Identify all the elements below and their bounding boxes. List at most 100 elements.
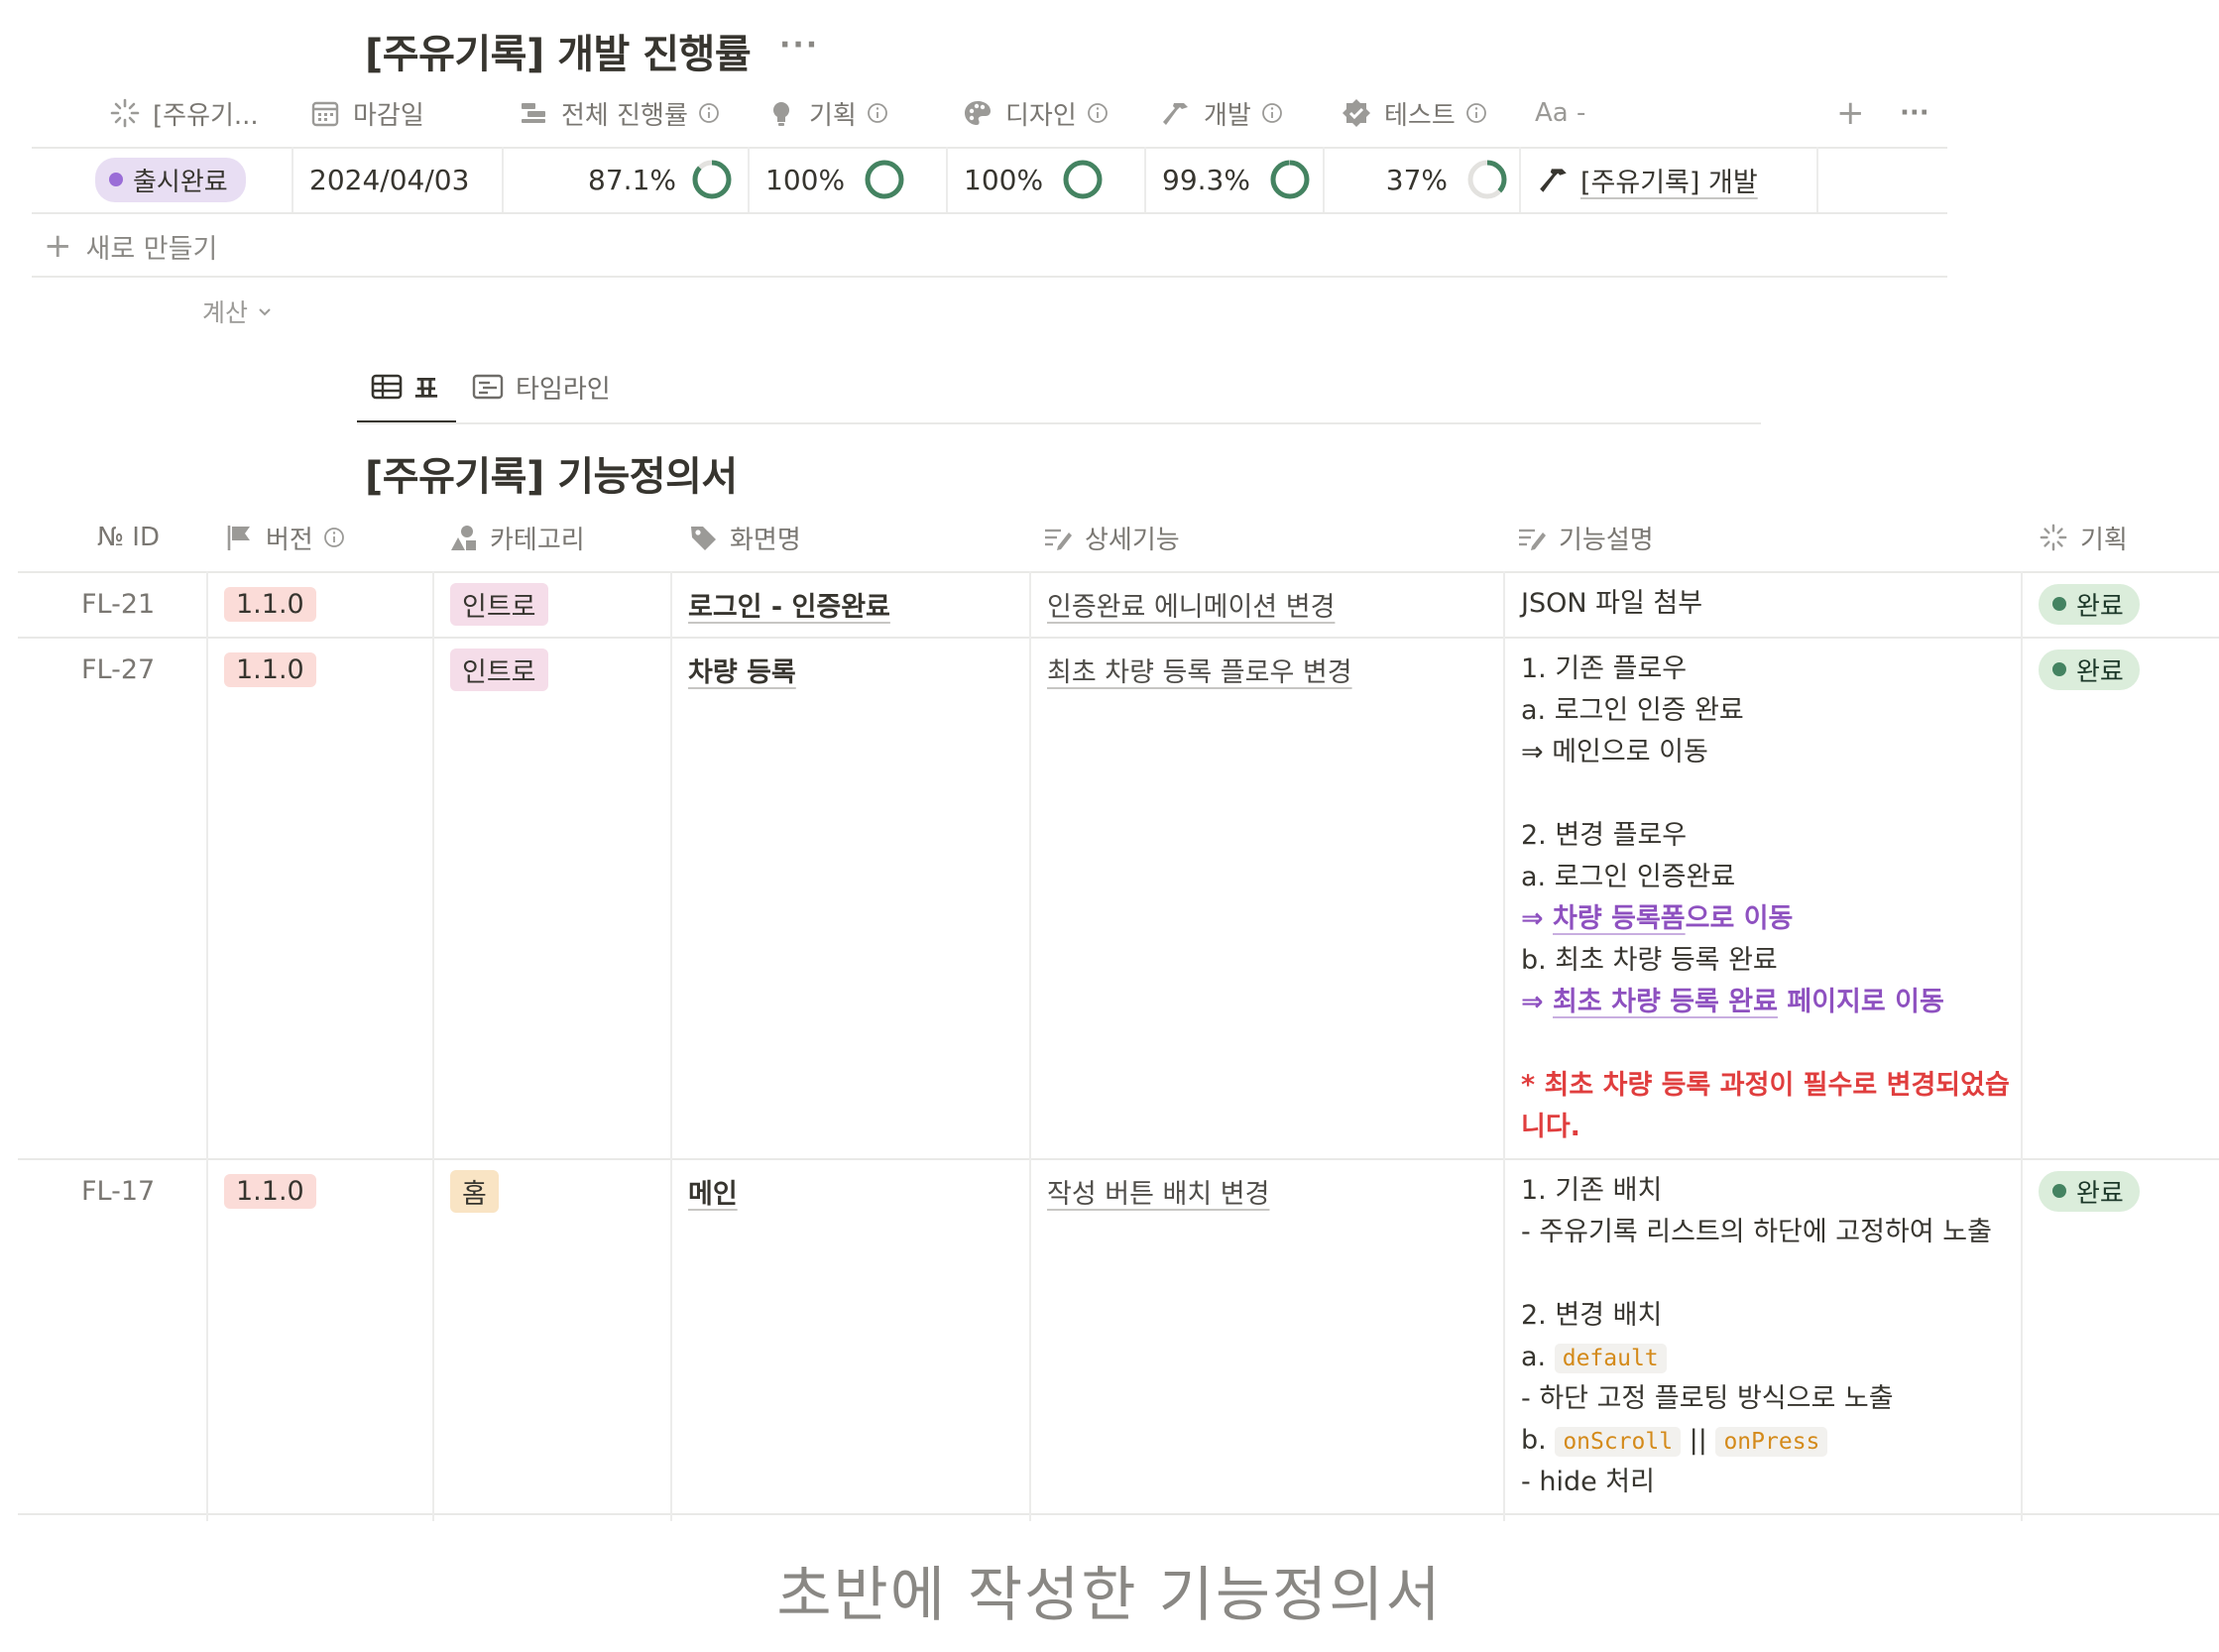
divider bbox=[292, 147, 293, 212]
screen-link[interactable]: 로그인 - 인증완료 bbox=[688, 585, 890, 624]
overall-cell[interactable]: 87.1% bbox=[516, 155, 734, 204]
relation-cell[interactable]: [주유기록] 개발 bbox=[1537, 159, 1758, 200]
text-edit-icon bbox=[1519, 529, 1546, 550]
info-icon bbox=[698, 103, 719, 123]
more-options-icon[interactable]: ··· bbox=[1900, 93, 1929, 133]
calculate-button[interactable]: 계산 bbox=[202, 294, 274, 329]
test-value: 37% bbox=[1385, 163, 1448, 196]
verified-badge-icon bbox=[1343, 99, 1370, 127]
shapes-icon bbox=[451, 526, 476, 550]
divider bbox=[1503, 571, 1505, 1521]
hammer-icon bbox=[1163, 103, 1188, 125]
divider bbox=[357, 422, 1761, 424]
header-test-label: 테스트 bbox=[1384, 100, 1456, 131]
divider bbox=[18, 637, 2219, 639]
screen-link[interactable]: 메인 bbox=[688, 1172, 738, 1211]
list-prefix: b. bbox=[1521, 1425, 1556, 1456]
database-more-icon[interactable]: ··· bbox=[779, 28, 819, 62]
column-header-category-label: 카테고리 bbox=[490, 525, 585, 555]
column-header-planning[interactable]: 기획 bbox=[2039, 518, 2128, 557]
image-caption: 초반에 작성한 기능정의서 bbox=[776, 1561, 1443, 1630]
category-tag[interactable]: 인트로 bbox=[450, 648, 548, 691]
version-tag[interactable]: 1.1.0 bbox=[224, 1173, 316, 1209]
relation-link[interactable]: [주유기록] 개발 bbox=[1580, 161, 1758, 199]
status-cell[interactable]: 출시완료 bbox=[95, 157, 246, 202]
lightbulb-icon bbox=[773, 102, 789, 126]
arrow-text: ⇒ bbox=[1521, 987, 1554, 1017]
column-header-version[interactable]: 버전 bbox=[224, 518, 345, 557]
text-edit-icon bbox=[1045, 529, 1072, 550]
divider bbox=[1144, 147, 1146, 212]
header-dev-label: 개발 bbox=[1204, 100, 1251, 131]
description-text: 1. 기존 배치 - 주유기록 리스트의 하단에 고정하여 노출 2. 변경 배… bbox=[1521, 1170, 1992, 1503]
planning-status-label: 완료 bbox=[2076, 1178, 2124, 1209]
header-overall-label: 전체 진행률 bbox=[561, 100, 688, 131]
add-new-label: 새로 만들기 bbox=[85, 233, 218, 265]
header-planning[interactable]: 기획 bbox=[765, 93, 888, 133]
add-new-row-button[interactable]: + 새로 만들기 bbox=[44, 226, 217, 266]
version-tag[interactable]: 1.1.0 bbox=[224, 586, 316, 622]
header-title[interactable]: [주유기... bbox=[109, 93, 259, 133]
column-header-category[interactable]: 카테고리 bbox=[448, 518, 585, 557]
screen-link[interactable]: 차량 등록 bbox=[688, 650, 796, 689]
row-id: FL-17 bbox=[81, 1175, 156, 1207]
header-deadline[interactable]: 마감일 bbox=[309, 93, 424, 133]
spec-title[interactable]: [주유기록] 기능정의서 bbox=[365, 444, 738, 502]
divider bbox=[18, 571, 2219, 573]
detail-link[interactable]: 최초 차량 등록 플로우 변경 bbox=[1047, 650, 1352, 689]
tab-table[interactable]: 표 bbox=[371, 367, 438, 407]
add-property-button[interactable]: + bbox=[1836, 93, 1865, 133]
design-progress-ring bbox=[1063, 160, 1103, 199]
deadline-cell[interactable]: 2024/04/03 bbox=[309, 159, 469, 200]
hammer-icon bbox=[1540, 169, 1567, 192]
planning-cell[interactable]: 100% bbox=[765, 155, 906, 204]
tab-timeline[interactable]: 타임라인 bbox=[472, 367, 611, 407]
divider bbox=[18, 1513, 2219, 1515]
list-prefix: a. bbox=[1521, 1342, 1555, 1372]
version-tag[interactable]: 1.1.0 bbox=[224, 651, 316, 687]
description-line: 2. 변경 플로우 bbox=[1521, 820, 1688, 851]
header-deadline-label: 마감일 bbox=[353, 100, 424, 131]
row-id: FL-21 bbox=[81, 588, 156, 620]
operator-text: || bbox=[1681, 1425, 1716, 1456]
purple-text: 페이지로 이동 bbox=[1777, 987, 1944, 1017]
column-header-screen[interactable]: 화면명 bbox=[688, 518, 801, 557]
calendar-icon bbox=[311, 101, 339, 127]
header-overall[interactable]: 전체 진행률 bbox=[518, 93, 720, 133]
status-dot bbox=[2052, 662, 2066, 676]
header-aa-property[interactable]: Aa - bbox=[1535, 93, 1585, 133]
detail-link[interactable]: 작성 버튼 배치 변경 bbox=[1047, 1172, 1269, 1211]
test-cell[interactable]: 37% bbox=[1335, 155, 1509, 204]
page-link[interactable]: 최초 차량 등록 완료 bbox=[1553, 987, 1778, 1017]
design-cell[interactable]: 100% bbox=[964, 155, 1105, 204]
detail-link[interactable]: 인증완료 에니메이션 변경 bbox=[1047, 585, 1335, 624]
category-tag[interactable]: 인트로 bbox=[450, 582, 548, 626]
planning-status-badge[interactable]: 완료 bbox=[2039, 583, 2140, 625]
column-header-detail[interactable]: 상세기능 bbox=[1043, 518, 1180, 557]
progress-ring-fill bbox=[1063, 160, 1103, 199]
purple-text: 으로 이동 bbox=[1685, 903, 1794, 934]
inline-code: onScroll bbox=[1555, 1427, 1682, 1457]
category-tag[interactable]: 홈 bbox=[450, 1169, 499, 1213]
page-link[interactable]: 차량 등록폼 bbox=[1553, 903, 1686, 934]
header-design[interactable]: 디자인 bbox=[962, 93, 1109, 133]
tab-table-label: 표 bbox=[414, 374, 438, 405]
header-test[interactable]: 테스트 bbox=[1341, 93, 1487, 133]
divider bbox=[32, 212, 1947, 214]
header-dev[interactable]: 개발 bbox=[1160, 93, 1283, 133]
dev-cell[interactable]: 99.3% bbox=[1162, 155, 1312, 204]
header-design-label: 디자인 bbox=[1005, 100, 1077, 131]
warning-text: * 최초 차량 등록 과정이 필수로 변경되었습 bbox=[1521, 1070, 2010, 1101]
design-value: 100% bbox=[964, 163, 1044, 196]
planning-status-label: 완료 bbox=[2076, 656, 2124, 687]
description-line: b. 최초 차량 등록 완료 bbox=[1521, 945, 1778, 976]
planning-status-badge[interactable]: 완료 bbox=[2039, 649, 2140, 690]
description-line: b. onScroll || onPress bbox=[1521, 1420, 1992, 1462]
database-title[interactable]: [주유기록] 개발 진행률 bbox=[365, 22, 752, 79]
column-header-id[interactable]: № ID bbox=[97, 518, 160, 557]
description-line: 1. 기존 배치 bbox=[1521, 1175, 1663, 1206]
test-progress-ring bbox=[1467, 160, 1507, 199]
planning-status-badge[interactable]: 완료 bbox=[2039, 1170, 2140, 1212]
progress-ring-fill bbox=[692, 160, 732, 199]
column-header-description[interactable]: 기능설명 bbox=[1517, 518, 1654, 557]
